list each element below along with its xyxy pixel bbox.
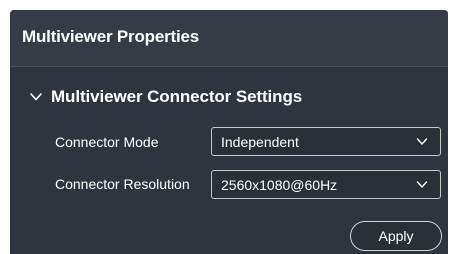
chevron-down-icon — [416, 181, 428, 188]
panel-header: Multiviewer Properties — [10, 10, 448, 67]
connector-resolution-value: 2560x1080@60Hz — [221, 177, 338, 193]
connector-mode-label: Connector Mode — [55, 134, 159, 150]
connector-resolution-select[interactable]: 2560x1080@60Hz — [211, 170, 441, 199]
chevron-down-icon — [416, 138, 428, 145]
section-title: Multiviewer Connector Settings — [51, 87, 303, 106]
connector-resolution-label: Connector Resolution — [55, 176, 190, 192]
apply-button[interactable]: Apply — [350, 221, 442, 251]
connector-mode-select[interactable]: Independent — [211, 127, 441, 156]
panel-title: Multiviewer Properties — [22, 27, 199, 46]
connector-settings-section-toggle[interactable]: Multiviewer Connector Settings — [29, 86, 302, 108]
multiviewer-properties-panel: Multiviewer Properties Multiviewer Conne… — [10, 10, 448, 254]
connector-mode-value: Independent — [221, 134, 299, 150]
chevron-down-icon — [30, 93, 42, 101]
